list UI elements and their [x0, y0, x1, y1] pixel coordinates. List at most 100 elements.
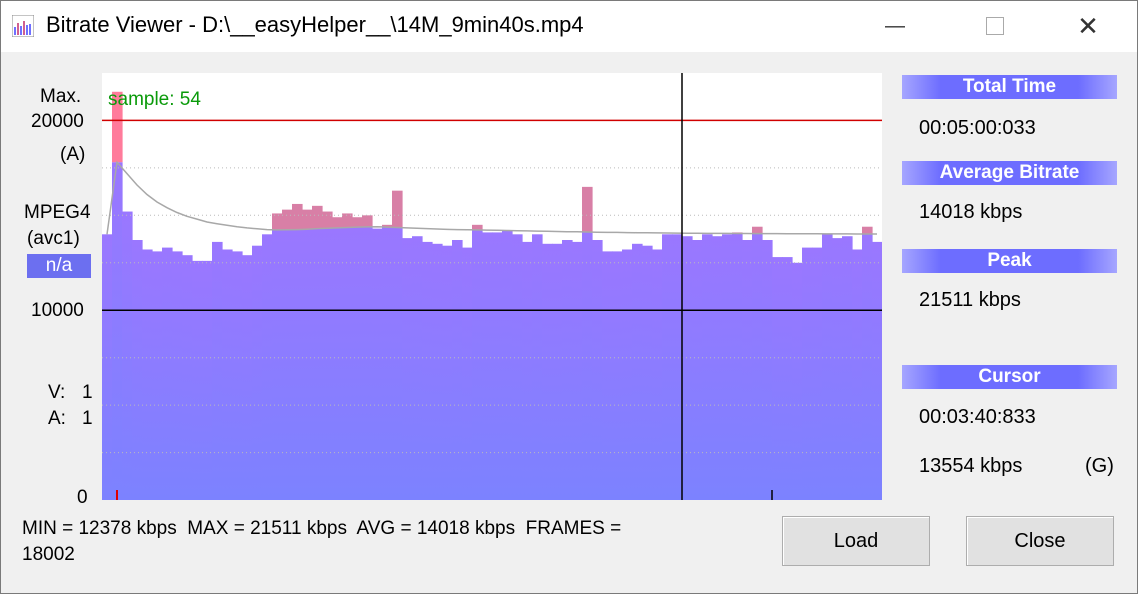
- load-button[interactable]: Load: [782, 516, 930, 566]
- average-bitrate-header: Average Bitrate: [902, 161, 1117, 185]
- close-button[interactable]: Close: [966, 516, 1114, 566]
- bitrate-bar: [512, 234, 523, 500]
- bitrate-bar: [112, 162, 123, 500]
- bitrate-chart[interactable]: sample: 54: [102, 73, 882, 500]
- bitrate-bar: [642, 245, 653, 500]
- total-time-value: 00:05:00:033: [919, 117, 1036, 139]
- bitrate-bar: [152, 251, 163, 500]
- bitrate-bar: [712, 236, 723, 500]
- bitrate-bar: [692, 240, 703, 500]
- bitrate-bar: [382, 227, 393, 500]
- bitrate-bar: [452, 240, 463, 500]
- bitrate-bar: [552, 243, 563, 500]
- bitrate-bar: [312, 228, 323, 500]
- bitrate-bar: [362, 226, 373, 500]
- bitrate-bar: [222, 249, 233, 500]
- bitrate-bar: [592, 240, 603, 500]
- bitrate-bar: [402, 238, 413, 500]
- bitrate-bar: [102, 234, 113, 500]
- summary-line-2: 18002: [22, 544, 75, 565]
- bitrate-bar: [212, 241, 223, 500]
- bitrate-bar: [132, 240, 143, 500]
- bitrate-bar: [412, 236, 423, 500]
- bitrate-bar: [842, 236, 853, 500]
- bitrate-bar-above-average: [752, 226, 763, 234]
- cursor-header: Cursor: [902, 365, 1117, 389]
- bitrate-bar: [342, 227, 353, 500]
- bitrate-bar: [792, 262, 803, 500]
- bitrate-bar: [612, 251, 623, 500]
- bitrate-bar: [292, 229, 303, 500]
- bitrate-bar: [492, 232, 503, 500]
- bitrate-bar: [322, 228, 333, 500]
- window-title: Bitrate Viewer - D:\__easyHelper__\14M_9…: [46, 12, 584, 37]
- bitrate-bar: [142, 249, 153, 500]
- codec-sub-label: (avc1): [27, 228, 80, 249]
- bitrate-bar-above-average: [292, 203, 303, 230]
- y-axis-max-mode: (A): [60, 144, 86, 165]
- minimize-icon: —: [885, 14, 905, 37]
- bitrate-bar: [242, 255, 253, 500]
- close-window-button[interactable]: ✕: [1063, 0, 1113, 52]
- bitrate-bar: [372, 228, 383, 500]
- bitrate-bar: [752, 233, 763, 500]
- summary-line-1: MIN = 12378 kbps MAX = 21511 kbps AVG = …: [22, 518, 622, 539]
- bitrate-bar: [732, 233, 743, 500]
- codec-badge: n/a: [27, 254, 91, 278]
- close-icon: ✕: [1077, 10, 1099, 41]
- bitrate-bar: [802, 247, 813, 500]
- peak-header: Peak: [902, 249, 1117, 273]
- bitrate-bar-above-average: [272, 213, 283, 230]
- bitrate-bar: [282, 229, 293, 500]
- bitrate-bar: [352, 227, 363, 500]
- cursor-time-value: 00:03:40:833: [919, 406, 1036, 428]
- bitrate-bar: [252, 245, 263, 500]
- bitrate-bar: [262, 234, 273, 500]
- bitrate-bar: [662, 234, 673, 500]
- bitrate-bar: [272, 229, 283, 500]
- bitrate-bar-above-average: [342, 213, 353, 228]
- bitrate-bar: [822, 234, 833, 500]
- cursor-bitrate-value: 13554 kbps: [919, 455, 1023, 477]
- bitrate-bar-above-average: [332, 217, 343, 228]
- maximize-button[interactable]: [970, 0, 1020, 52]
- bitrate-bar: [422, 241, 433, 500]
- bitrate-bar-above-average: [352, 217, 363, 228]
- bitrate-bar: [622, 249, 633, 500]
- bitrate-bar: [192, 260, 203, 500]
- bitrate-bar: [502, 230, 513, 500]
- minimize-button[interactable]: —: [870, 0, 920, 52]
- bitrate-bar: [122, 211, 133, 500]
- bitrate-bar: [392, 227, 403, 500]
- audio-streams-value: 1: [82, 408, 93, 429]
- bitrate-bar-above-average: [322, 211, 333, 229]
- bitrate-bar: [232, 251, 243, 500]
- bitrate-bar: [782, 257, 793, 500]
- bitrate-bar: [532, 234, 543, 500]
- bitrate-bar: [602, 251, 613, 500]
- bitrate-bar: [702, 234, 713, 500]
- bitrate-bar-above-average: [582, 186, 593, 233]
- y-axis-max-label: Max.: [40, 86, 82, 107]
- bitrate-bar: [162, 247, 173, 500]
- bitrate-bar-above-average: [282, 209, 293, 230]
- total-time-header: Total Time: [902, 75, 1117, 99]
- bitrate-viewer-app-icon: [12, 15, 34, 37]
- bitrate-bar: [522, 241, 533, 500]
- bitrate-bar-above-average: [392, 190, 403, 228]
- video-streams-value: 1: [82, 382, 93, 403]
- bitrate-bar: [562, 240, 573, 500]
- bitrate-bar: [472, 229, 483, 500]
- bitrate-bar: [682, 236, 693, 500]
- video-streams-label: V:: [48, 382, 66, 403]
- average-bitrate-value: 14018 kbps: [919, 201, 1023, 223]
- bitrate-bar: [462, 247, 473, 500]
- title-bar[interactable]: Bitrate Viewer - D:\__easyHelper__\14M_9…: [0, 0, 1138, 52]
- bitrate-bar: [872, 241, 882, 500]
- bitrate-bar: [572, 241, 583, 500]
- bitrate-bar: [172, 251, 183, 500]
- bitrate-bar: [832, 238, 843, 500]
- bitrate-bar: [542, 243, 553, 500]
- summary-status: MIN = 12378 kbps MAX = 21511 kbps AVG = …: [22, 516, 742, 568]
- bitrate-bar: [482, 232, 493, 500]
